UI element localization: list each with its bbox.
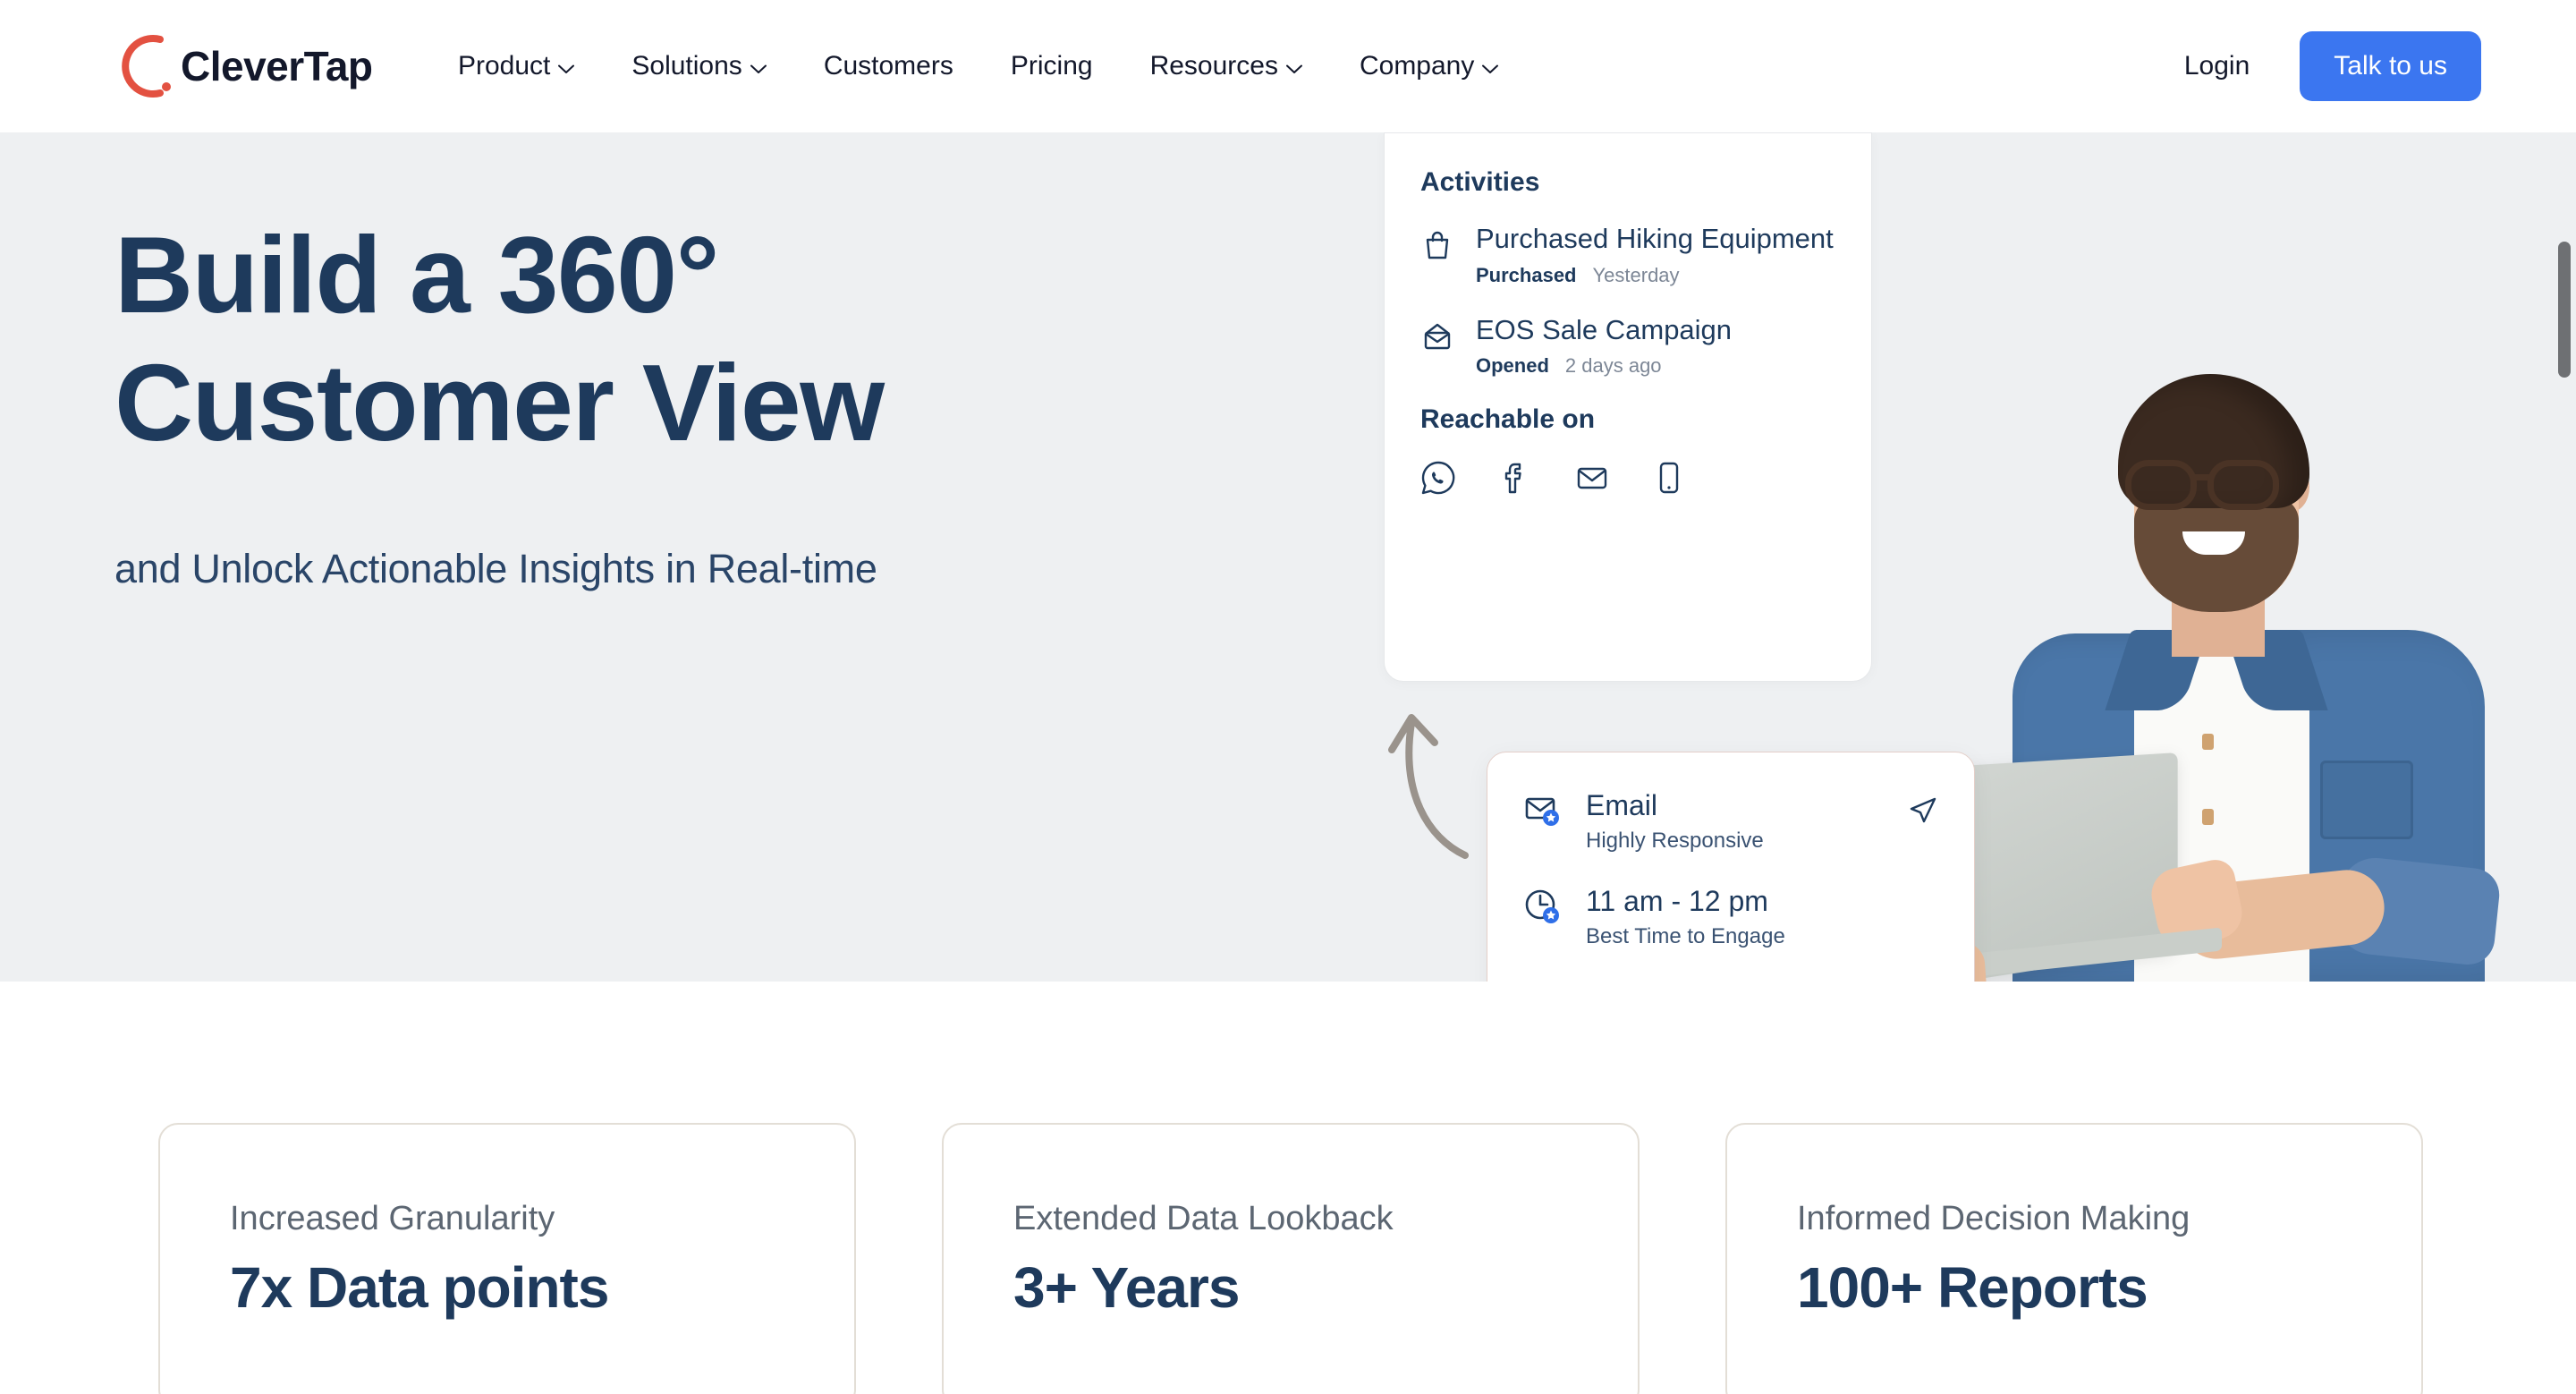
stat-label: Extended Data Lookback: [1013, 1200, 1394, 1237]
nav-label: Solutions: [631, 51, 742, 81]
nav-label: Resources: [1149, 51, 1278, 81]
nav-label: Product: [458, 51, 551, 81]
clevertap-logo-text: CleverTap: [181, 43, 373, 89]
stats-section: Increased Granularity 7x Data points Ext…: [0, 982, 2576, 1394]
clock-ai-icon: [1523, 888, 1563, 927]
stat-label: Informed Decision Making: [1797, 1200, 2190, 1237]
email-insight-card: Email Highly Responsive 11 am - 12 pm Be…: [1487, 752, 1975, 982]
channel-icon-list: [1420, 460, 1835, 496]
curved-up-arrow-icon: [1376, 687, 1492, 866]
clevertap-logo[interactable]: CleverTap: [113, 29, 373, 104]
stat-value: 7x Data points: [230, 1255, 609, 1320]
page-root: CleverTap Product Solutions Customers Pr…: [0, 0, 2576, 1394]
header-actions: Login Talk to us: [2184, 0, 2481, 132]
shirt-button: [2202, 809, 2214, 825]
hero-section: Build a 360° Customer View and Unlock Ac…: [0, 132, 2576, 982]
reachable-heading: Reachable on: [1420, 404, 1596, 435]
activity-item: EOS Sale Campaign Opened 2 days ago: [1420, 314, 1835, 378]
nav-item-resources[interactable]: Resources: [1122, 51, 1331, 81]
envelope-ai-icon: [1523, 792, 1563, 831]
shopping-bag-icon: [1420, 228, 1454, 262]
activity-title: Purchased Hiking Equipment: [1476, 223, 1834, 254]
beard: [2134, 497, 2299, 612]
email-insight-subtitle: Highly Responsive: [1586, 829, 1764, 854]
nav-item-customers[interactable]: Customers: [795, 51, 982, 81]
hero-title-line-1: Build a 360°: [114, 214, 719, 336]
eyeglasses-icon: [2125, 460, 2309, 510]
shirt-pocket: [2320, 761, 2413, 839]
nav-item-solutions[interactable]: Solutions: [603, 51, 794, 81]
open-envelope-icon: [1420, 319, 1454, 353]
email-insight-subtitle: Best Time to Engage: [1586, 924, 1785, 949]
chevron-down-icon: [1482, 64, 1499, 74]
email-insight-title: Email: [1586, 789, 1658, 821]
activity-meta: Purchased Yesterday: [1476, 264, 1680, 286]
stat-card-extended-data-lookback: Extended Data Lookback 3+ Years: [942, 1123, 1640, 1394]
hero-title-line-2: Customer View: [114, 341, 885, 463]
activity-action: Opened: [1476, 354, 1549, 378]
nav-item-product[interactable]: Product: [447, 51, 603, 81]
nav-item-pricing[interactable]: Pricing: [982, 51, 1122, 81]
email-insight-title: 11 am - 12 pm: [1586, 885, 1768, 918]
login-link[interactable]: Login: [2184, 51, 2250, 81]
email-insight-row: Email Highly Responsive: [1523, 789, 1938, 854]
chevron-down-icon: [1285, 64, 1302, 74]
chevron-down-icon: [750, 64, 767, 74]
activity-meta: Opened 2 days ago: [1476, 354, 1662, 377]
email-insight-row: 11 am - 12 pm Best Time to Engage: [1523, 885, 1938, 949]
whatsapp-icon[interactable]: [1420, 460, 1456, 496]
facebook-icon[interactable]: [1497, 460, 1533, 496]
mobile-icon[interactable]: [1651, 460, 1687, 496]
activity-title: EOS Sale Campaign: [1476, 313, 1733, 345]
site-header: CleverTap Product Solutions Customers Pr…: [0, 0, 2576, 132]
hero-subtitle: and Unlock Actionable Insights in Real-t…: [114, 546, 877, 591]
page-title: Build a 360° Customer View: [114, 211, 1170, 466]
shirt-button: [2202, 734, 2214, 750]
main-navigation: Product Solutions Customers Pricing Reso…: [447, 0, 1527, 132]
stat-value: 100+ Reports: [1797, 1255, 2148, 1320]
nav-label: Company: [1359, 51, 1475, 81]
chevron-down-icon: [558, 64, 575, 74]
nav-label: Pricing: [1010, 51, 1093, 81]
activity-item: Purchased Hiking Equipment Purchased Yest…: [1420, 223, 1835, 287]
activity-time: 2 days ago: [1564, 354, 1662, 378]
stat-card-increased-granularity: Increased Granularity 7x Data points: [158, 1123, 856, 1394]
nav-label: Customers: [823, 51, 953, 81]
stat-card-informed-decision-making: Informed Decision Making 100+ Reports: [1725, 1123, 2423, 1394]
activity-time: Yesterday: [1592, 263, 1680, 286]
stat-label: Increased Granularity: [230, 1200, 555, 1237]
send-icon[interactable]: [1904, 792, 1940, 828]
page-scrollbar-thumb[interactable]: [2558, 242, 2571, 378]
talk-to-us-button[interactable]: Talk to us: [2300, 31, 2481, 101]
activities-heading: Activities: [1420, 167, 1540, 197]
stat-value: 3+ Years: [1013, 1255, 1240, 1320]
activity-action: Purchased: [1476, 263, 1577, 286]
activities-card: Activities Purchased Hiking Equipment Pu…: [1384, 132, 1872, 682]
hero-photo: [1889, 374, 2513, 982]
email-icon[interactable]: [1574, 460, 1610, 496]
nav-item-company[interactable]: Company: [1331, 51, 1527, 81]
clevertap-logo-mark-icon: [113, 31, 177, 101]
